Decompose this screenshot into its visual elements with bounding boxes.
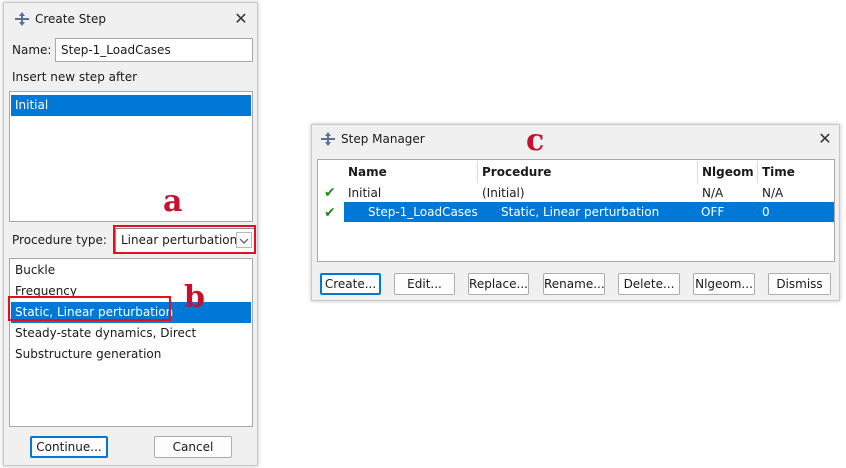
rename-button[interactable]: Rename... bbox=[543, 273, 605, 295]
close-icon[interactable]: ✕ bbox=[233, 11, 249, 27]
name-label: Name: bbox=[12, 43, 52, 57]
column-header-name[interactable]: Name bbox=[344, 161, 478, 183]
dialog-title: Step Manager bbox=[341, 132, 425, 146]
column-header-time[interactable]: Time bbox=[758, 161, 834, 183]
chevron-down-icon[interactable] bbox=[236, 232, 252, 248]
list-item-initial[interactable]: Initial bbox=[11, 95, 251, 116]
checkmark-icon: ✔ bbox=[324, 205, 336, 221]
column-header-procedure[interactable]: Procedure bbox=[478, 161, 698, 183]
procedure-item[interactable]: Substructure generation bbox=[11, 344, 251, 365]
checkmark-icon: ✔ bbox=[324, 185, 336, 201]
dismiss-button[interactable]: Dismiss bbox=[768, 273, 831, 295]
create-step-titlebar[interactable]: Create Step ✕ bbox=[4, 3, 257, 34]
step-app-icon bbox=[320, 131, 336, 147]
nlgeom-button[interactable]: Nlgeom... bbox=[693, 273, 755, 295]
annotation-a: a bbox=[163, 184, 183, 219]
procedure-item[interactable]: Buckle bbox=[11, 260, 251, 281]
column-header-nlgeom[interactable]: Nlgeom bbox=[698, 161, 758, 183]
procedure-type-label: Procedure type: bbox=[12, 233, 107, 247]
procedure-item-selected[interactable]: Static, Linear perturbation bbox=[11, 302, 251, 323]
create-step-dialog: Create Step ✕ Name: Step-1_LoadCases Ins… bbox=[3, 2, 258, 466]
cell-nlgeom: OFF bbox=[701, 205, 725, 219]
cell-name: Initial bbox=[348, 186, 382, 200]
step-manager-titlebar[interactable]: Step Manager ✕ bbox=[312, 125, 839, 156]
steps-table[interactable]: Name Procedure Nlgeom Time ✔ Initial (In… bbox=[317, 159, 835, 262]
continue-button[interactable]: Continue... bbox=[30, 436, 108, 458]
edit-button[interactable]: Edit... bbox=[394, 273, 455, 295]
procedure-item[interactable]: Steady-state dynamics, Direct bbox=[11, 323, 251, 344]
procedure-type-value: Linear perturbation bbox=[121, 233, 238, 247]
cell-time: 0 bbox=[762, 205, 770, 219]
procedure-item[interactable]: Frequency bbox=[11, 281, 251, 302]
cancel-button[interactable]: Cancel bbox=[154, 436, 232, 458]
dialog-title: Create Step bbox=[35, 12, 107, 26]
cell-procedure: (Initial) bbox=[482, 186, 525, 200]
replace-button[interactable]: Replace... bbox=[468, 273, 529, 295]
procedure-list[interactable]: Buckle Frequency Static, Linear perturba… bbox=[9, 258, 253, 427]
cell-nlgeom: N/A bbox=[702, 186, 724, 200]
insert-after-list[interactable]: Initial bbox=[9, 91, 253, 222]
step-name-input[interactable]: Step-1_LoadCases bbox=[55, 38, 253, 62]
cell-name: Step-1_LoadCases bbox=[368, 205, 478, 219]
insert-after-label: Insert new step after bbox=[12, 70, 138, 84]
step-app-icon bbox=[14, 11, 30, 27]
cell-time: N/A bbox=[762, 186, 784, 200]
table-row-selected[interactable]: Step-1_LoadCases Static, Linear perturba… bbox=[344, 202, 834, 222]
annotation-b: b bbox=[184, 280, 205, 315]
procedure-type-select[interactable]: Linear perturbation bbox=[115, 228, 255, 253]
create-button[interactable]: Create... bbox=[320, 273, 381, 295]
step-manager-dialog: Step Manager ✕ Name Procedure Nlgeom Tim… bbox=[311, 124, 840, 301]
cell-procedure: Static, Linear perturbation bbox=[501, 205, 660, 219]
annotation-c: c bbox=[526, 123, 545, 158]
delete-button[interactable]: Delete... bbox=[618, 273, 680, 295]
close-icon[interactable]: ✕ bbox=[817, 131, 833, 147]
